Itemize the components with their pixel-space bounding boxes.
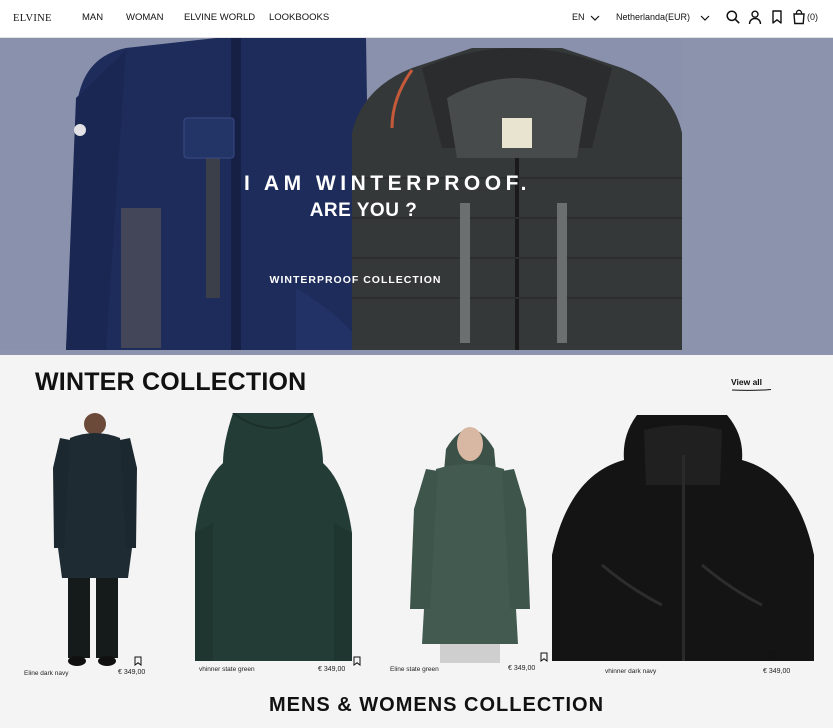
product-image[interactable]	[552, 415, 814, 661]
product-name[interactable]: vhinner dark navy	[605, 668, 656, 675]
wishlist-icon[interactable]	[540, 652, 548, 662]
product-price: € 349,00	[318, 666, 346, 673]
hero-banner[interactable]: I AM WINTERPROOF. ARE YOU ? WINTERPROOF …	[0, 38, 833, 355]
chevron-down-icon[interactable]	[699, 12, 711, 24]
nav-woman[interactable]: WOMAN	[126, 12, 163, 23]
search-icon[interactable]	[725, 9, 741, 25]
wishlist-icon[interactable]	[353, 656, 361, 666]
hero-cta-link[interactable]: WINTERPROOF COLLECTION	[0, 274, 711, 286]
product-price: € 349,00	[118, 669, 146, 676]
logo[interactable]: ELVINE	[13, 13, 52, 24]
language-select[interactable]: EN	[572, 12, 585, 22]
view-all-underline	[732, 389, 771, 391]
cart-count[interactable]: (0)	[807, 12, 818, 22]
product-image[interactable]	[195, 413, 352, 661]
product-name[interactable]: vhinner state green	[199, 666, 255, 673]
wishlist-icon[interactable]	[134, 656, 142, 666]
section-title: WINTER COLLECTION	[35, 368, 307, 396]
product-image[interactable]	[406, 409, 534, 663]
hero-headline: I AM WINTERPROOF.	[244, 172, 531, 195]
product-image[interactable]	[40, 408, 150, 670]
hero-subheadline: ARE YOU ?	[309, 200, 418, 221]
product-name[interactable]: Eline state green	[390, 666, 439, 673]
product-price: € 349,00	[508, 665, 536, 672]
product-price: € 349,00	[763, 668, 791, 675]
product-name[interactable]: Eline dark navy	[24, 670, 68, 677]
account-icon[interactable]	[747, 9, 763, 25]
site-header: ELVINE MAN WOMAN ELVINE WORLD LOOKBOOKS …	[0, 0, 833, 38]
chevron-down-icon[interactable]	[589, 12, 601, 24]
wishlist-icon[interactable]	[769, 9, 785, 25]
wishlist-icon[interactable]	[767, 651, 775, 661]
nav-lookbooks[interactable]: LOOKBOOKS	[269, 12, 329, 23]
cart-icon[interactable]	[791, 9, 807, 25]
region-select[interactable]: Netherlanda(EUR)	[616, 12, 690, 22]
nav-man[interactable]: MAN	[82, 12, 103, 23]
view-all-link[interactable]: View all	[731, 377, 762, 387]
mens-womens-collection-title: MENS & WOMENS COLLECTION	[268, 694, 605, 716]
nav-elvine-world[interactable]: ELVINE WORLD	[184, 12, 255, 23]
